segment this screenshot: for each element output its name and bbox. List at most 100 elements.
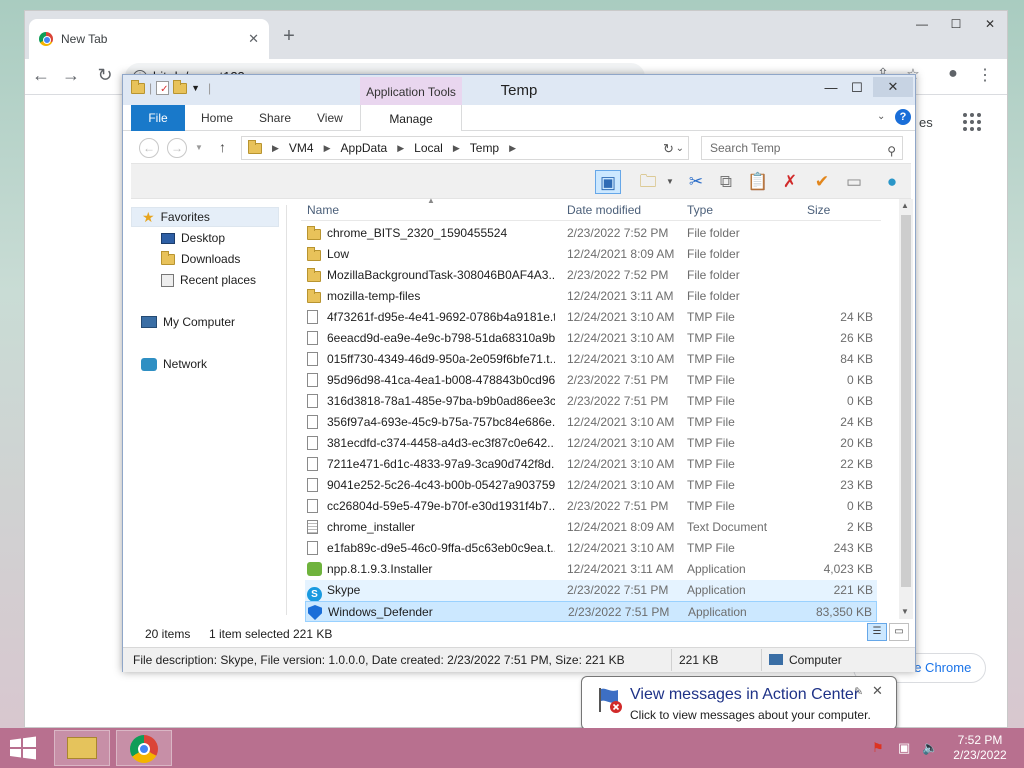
- nav-network[interactable]: Network: [131, 354, 207, 374]
- file-row[interactable]: 95d96d98-41ca-4ea1-b008-478843b0cd96... 2…: [305, 370, 877, 391]
- search-input[interactable]: Search Temp ⚲: [701, 136, 903, 160]
- breadcrumb-local[interactable]: Local: [414, 141, 443, 155]
- chrome-menu-icon[interactable]: ⋮: [973, 65, 997, 85]
- preview-pane-icon[interactable]: ▣: [595, 170, 621, 194]
- scroll-up-icon[interactable]: ▲: [901, 201, 909, 210]
- close-button[interactable]: ✕: [873, 77, 913, 97]
- breadcrumb-vm4[interactable]: VM4: [289, 141, 314, 155]
- file-type: File folder: [687, 226, 740, 240]
- column-name[interactable]: Name: [307, 203, 339, 217]
- file-row[interactable]: 015ff730-4349-46d9-950a-2e059f6bfe71.t..…: [305, 349, 877, 370]
- new-tab-button[interactable]: +: [277, 25, 301, 48]
- file-row[interactable]: 4f73261f-d95e-4e41-9692-0786b4a9181e.t..…: [305, 307, 877, 328]
- google-apps-icon[interactable]: [963, 113, 981, 131]
- file-row[interactable]: 9041e252-5c26-4c43-b00b-05427a903759....…: [305, 475, 877, 496]
- paste-icon[interactable]: 📋: [745, 170, 771, 194]
- profile-avatar-icon[interactable]: ●: [941, 65, 965, 83]
- file-row[interactable]: 356f97a4-693e-45c9-b75a-757bc84e686e....…: [305, 412, 877, 433]
- file-row[interactable]: 6eeacd9d-ea9e-4e9c-b798-51da68310a9b... 1…: [305, 328, 877, 349]
- nav-my-computer[interactable]: My Computer: [131, 312, 235, 332]
- copy-icon[interactable]: ⧉: [713, 170, 739, 194]
- network-tray-icon[interactable]: ▣: [898, 740, 910, 756]
- column-headers: ▲ Name Date modified Type Size: [301, 196, 881, 221]
- file-name: 381ecdfd-c374-4458-a4d3-ec3f87c0e642....: [327, 436, 555, 450]
- file-row[interactable]: 7211e471-6d1c-4833-97a9-3ca90d742f8d....…: [305, 454, 877, 475]
- file-size: 23 KB: [840, 478, 873, 492]
- balloon-title[interactable]: View messages in Action Center: [630, 686, 859, 704]
- chrome-partial-link[interactable]: es: [919, 115, 933, 130]
- action-center-tray-icon[interactable]: ⚑: [872, 740, 884, 756]
- explorer-address-bar[interactable]: ▶ VM4 ▶ AppData ▶ Local ▶ Temp ▶ ⌄: [241, 136, 689, 160]
- explorer-titlebar[interactable]: | ✓ ▼ | Application Tools Temp — ☐ ✕: [123, 75, 915, 105]
- column-size[interactable]: Size: [807, 203, 830, 217]
- file-row[interactable]: e1fab89c-d9e5-46c0-9ffa-d5c63eb0c9ea.t..…: [305, 538, 877, 559]
- file-row[interactable]: MozillaBackgroundTask-308046B0AF4A3... 2/…: [305, 265, 877, 286]
- file-row[interactable]: mozilla-temp-files 12/24/2021 3:11 AM File…: [305, 286, 877, 307]
- nav-downloads[interactable]: Downloads: [131, 249, 240, 269]
- chrome-maximize-button[interactable]: ☐: [939, 13, 973, 35]
- file-row[interactable]: Windows_Defender 2/23/2022 7:51 PM Applica…: [305, 601, 877, 622]
- tab-home[interactable]: Home: [201, 105, 233, 131]
- volume-muted-icon[interactable]: 🔈: [922, 740, 938, 756]
- cut-icon[interactable]: ✂: [683, 170, 709, 194]
- properties-icon[interactable]: ▭: [841, 170, 867, 194]
- tab-view[interactable]: View: [317, 105, 343, 131]
- scroll-down-icon[interactable]: ▼: [901, 607, 909, 616]
- organize-dropdown-icon[interactable]: ▼: [657, 170, 683, 194]
- recent-locations-icon[interactable]: ▼: [195, 143, 203, 152]
- forward-arrow-icon[interactable]: →: [59, 65, 83, 86]
- details-view-icon[interactable]: ☰: [867, 623, 887, 641]
- globe-icon[interactable]: ●: [879, 170, 905, 194]
- file-row[interactable]: cc26804d-59e5-479e-b70f-e30d1931f4b7....…: [305, 496, 877, 517]
- column-date-modified[interactable]: Date modified: [567, 203, 641, 217]
- tab-share[interactable]: Share: [259, 105, 291, 131]
- balloon-close-icon[interactable]: ✕: [872, 683, 883, 699]
- start-windows-icon[interactable]: [8, 736, 38, 760]
- minimize-button[interactable]: —: [817, 79, 845, 97]
- file-size: 24 KB: [840, 310, 873, 324]
- scroll-thumb[interactable]: [901, 215, 911, 587]
- taskbar-file-explorer[interactable]: [54, 730, 110, 766]
- file-row[interactable]: chrome_BITS_2320_1590455524 2/23/2022 7:5…: [305, 223, 877, 244]
- breadcrumb-temp[interactable]: Temp: [470, 141, 499, 155]
- large-icons-view-icon[interactable]: ▭: [889, 623, 909, 641]
- pin-icon[interactable]: ✎: [854, 685, 863, 698]
- forward-button[interactable]: →: [167, 138, 187, 158]
- column-type[interactable]: Type: [687, 203, 713, 217]
- reload-icon[interactable]: ↻: [93, 65, 117, 86]
- file-size: 0 KB: [846, 394, 873, 408]
- help-icon[interactable]: ?: [895, 109, 911, 125]
- breadcrumb-appdata[interactable]: AppData: [341, 141, 388, 155]
- refresh-icon[interactable]: ↻: [663, 141, 674, 157]
- action-center-notification[interactable]: View messages in Action Center Click to …: [581, 676, 897, 744]
- file-type: TMP File: [687, 499, 735, 513]
- chrome-minimize-button[interactable]: —: [905, 13, 939, 35]
- taskbar-chrome[interactable]: [116, 730, 172, 766]
- tab-manage[interactable]: Manage: [360, 105, 462, 131]
- back-arrow-icon[interactable]: ←: [29, 65, 53, 86]
- nav-favorites[interactable]: ★ Favorites: [131, 207, 279, 227]
- file-row[interactable]: 316d3818-78a1-485e-97ba-b9b0ad86ee3c... 2…: [305, 391, 877, 412]
- address-dropdown-icon[interactable]: ⌄: [676, 143, 684, 154]
- delete-icon[interactable]: ✗: [777, 170, 803, 194]
- expand-ribbon-icon[interactable]: ⌄: [877, 111, 885, 122]
- file-row[interactable]: 381ecdfd-c374-4458-a4d3-ec3f87c0e642....…: [305, 433, 877, 454]
- nav-desktop[interactable]: Desktop: [131, 228, 225, 248]
- back-button[interactable]: ←: [139, 138, 159, 158]
- file-row[interactable]: npp.8.1.9.3.Installer 12/24/2021 3:11 AM A…: [305, 559, 877, 580]
- file-row[interactable]: chrome_installer 12/24/2021 8:09 AM Text D…: [305, 517, 877, 538]
- up-arrow-icon[interactable]: ↑: [219, 139, 226, 155]
- file-date: 2/23/2022 7:51 PM: [567, 583, 669, 597]
- file-row[interactable]: Low 12/24/2021 8:09 AM File folder: [305, 244, 877, 265]
- tab-close-icon[interactable]: ✕: [248, 31, 259, 47]
- tab-file[interactable]: File: [131, 105, 185, 131]
- chrome-close-button[interactable]: ✕: [973, 13, 1007, 35]
- system-clock[interactable]: 7:52 PM 2/23/2022: [948, 733, 1012, 763]
- vertical-scrollbar[interactable]: ▲ ▼: [899, 199, 913, 619]
- chrome-tab-new-tab[interactable]: New Tab ✕: [29, 19, 269, 59]
- rename-check-icon[interactable]: ✔: [809, 170, 835, 194]
- search-icon[interactable]: ⚲: [887, 140, 896, 162]
- file-row[interactable]: S Skype 2/23/2022 7:51 PM Application 221 KB: [305, 580, 877, 602]
- maximize-button[interactable]: ☐: [843, 79, 871, 97]
- nav-recent-places[interactable]: Recent places: [131, 270, 256, 290]
